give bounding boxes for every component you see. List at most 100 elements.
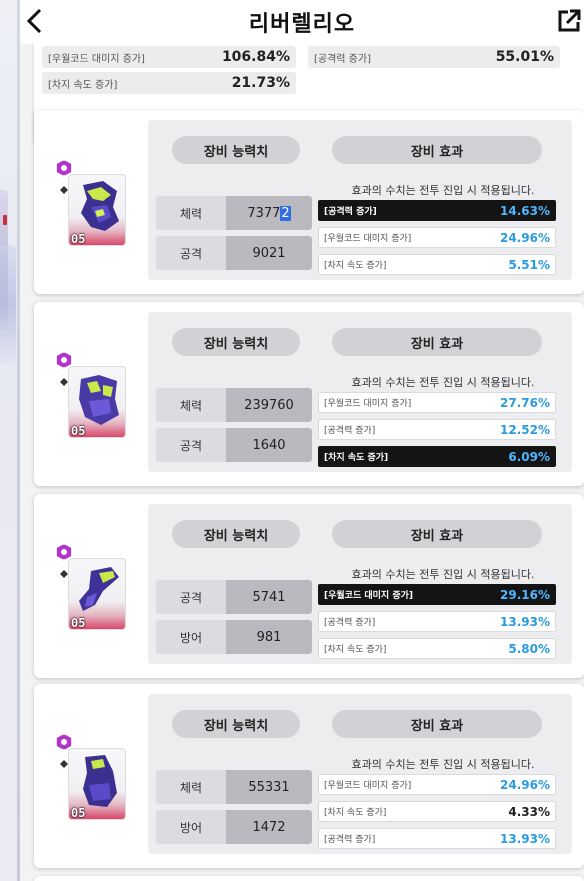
- equipment-image-icon: [79, 567, 119, 611]
- share-external-icon: [558, 9, 581, 32]
- stat-row: 방어 981: [156, 620, 316, 654]
- equipment-image-icon: [81, 181, 119, 231]
- summary-label: [우월코드 대미지 증가]: [48, 53, 145, 65]
- summary-value: 21.73%: [231, 75, 290, 91]
- effect-value: 4.33%: [508, 804, 550, 819]
- stat-row: 공격 1640: [156, 428, 316, 462]
- effect-value: 13.93%: [500, 614, 550, 629]
- effect-value: 5.80%: [508, 641, 550, 656]
- effect-title-pill: 장비 효과: [332, 136, 542, 164]
- stat-row: 체력 55331: [156, 770, 316, 804]
- effect-title-pill: 장비 효과: [332, 520, 542, 548]
- chevron-left-icon: [26, 8, 42, 34]
- stat-name: 방어: [156, 620, 226, 654]
- equipment-detail-panel: 장비 능력치 장비 효과 체력 239760 공격 1640 효과의 수치는 전…: [148, 312, 572, 472]
- stat-row: 공격 9021: [156, 236, 316, 270]
- effect-note: 효과의 수치는 전투 진입 시 적용됩니다.: [351, 758, 535, 771]
- equipment-card[interactable]: 05 장비 능력치 장비 효과 체력 239760 공격 1640 효과의 수치…: [34, 302, 584, 486]
- stat-row: 체력 239760: [156, 388, 316, 422]
- page-title: 리버렐리오: [248, 12, 356, 37]
- effect-title-pill: 장비 효과: [332, 710, 542, 738]
- equipment-icon-group: 05: [52, 732, 130, 822]
- effect-row: [차지 속도 증가] 5.51%: [318, 254, 556, 275]
- stat-row: 체력 7377 2: [156, 196, 316, 230]
- stat-name: 체력: [156, 388, 226, 422]
- effect-label: [차지 속도 증가]: [324, 261, 387, 271]
- effect-row: [차지 속도 증가] 4.33%: [318, 801, 556, 822]
- next-equipment-card[interactable]: [34, 876, 584, 881]
- effect-note: 효과의 수치는 전투 진입 시 적용됩니다.: [351, 376, 535, 389]
- effect-row: [공격력 증가] 13.93%: [318, 828, 556, 849]
- stat-row: 공격 5741: [156, 580, 316, 614]
- equipment-image-icon: [83, 755, 117, 807]
- equipment-image-icon: [79, 375, 119, 425]
- effect-label: [우월코드 대미지 증가]: [324, 781, 412, 791]
- effect-value: 24.96%: [500, 230, 550, 245]
- equipment-thumbnail[interactable]: 05: [68, 748, 126, 820]
- summary-row: [차지 속도 증가] 21.73%: [42, 72, 296, 94]
- equipment-card[interactable]: 05 장비 능력치 장비 효과 체력 55331 방어 1472 효과의 수치는…: [34, 684, 584, 868]
- summary-row: [우월코드 대미지 증가] 106.84%: [42, 46, 296, 68]
- equipment-thumbnail[interactable]: 05: [68, 174, 126, 246]
- back-button[interactable]: [22, 6, 48, 36]
- equipment-card[interactable]: 05 장비 능력치 장비 효과 공격 5741 방어 981 효과의 수치는 전…: [34, 494, 584, 678]
- effect-row: [공격력 증가] 13.93%: [318, 611, 556, 632]
- summary-value: 55.01%: [495, 49, 554, 65]
- top-bar: 리버렐리오: [20, 0, 584, 44]
- scroll-content[interactable]: [우월코드 대미지 증가] 106.84% [공격력 증가] 55.01% [차…: [20, 44, 584, 881]
- equipment-level: 05: [71, 616, 86, 630]
- equipment-thumbnail[interactable]: 05: [68, 558, 126, 630]
- effect-value: 6.09%: [508, 449, 550, 464]
- stat-title-pill: 장비 능력치: [172, 710, 300, 738]
- effect-label: [우월코드 대미지 증가]: [324, 234, 412, 244]
- stat-row: 방어 1472: [156, 810, 316, 844]
- stat-value: 9021: [226, 236, 312, 270]
- effect-value: 13.93%: [500, 831, 550, 846]
- stat-value: 55331: [226, 770, 312, 804]
- background-mark: [3, 215, 7, 225]
- text-selection: 2: [280, 205, 291, 221]
- stat-name: 체력: [156, 196, 226, 230]
- effect-label: [우월코드 대미지 증가]: [324, 591, 414, 601]
- stat-title-pill: 장비 능력치: [172, 328, 300, 356]
- equipment-level: 05: [71, 232, 86, 246]
- stat-value-text: 7377: [247, 205, 281, 221]
- stat-value: 239760: [226, 388, 312, 422]
- effect-value: 29.16%: [500, 587, 550, 602]
- effect-row: [공격력 증가] 14.63%: [318, 200, 556, 221]
- equipment-card[interactable]: 05 장비 능력치 장비 효과 체력 7377 2 공격 9021 효과의 수치는…: [34, 110, 584, 294]
- stat-title-pill: 장비 능력치: [172, 136, 300, 164]
- stat-name: 방어: [156, 810, 226, 844]
- summary-label: [공격력 증가]: [314, 53, 371, 65]
- summary-label: [차지 속도 증가]: [48, 79, 118, 91]
- effect-label: [우월코드 대미지 증가]: [324, 399, 412, 409]
- equipment-level: 05: [71, 424, 86, 438]
- share-button[interactable]: [556, 8, 582, 34]
- stat-value: 1472: [226, 810, 312, 844]
- effect-value: 24.96%: [500, 777, 550, 792]
- effect-value: 27.76%: [500, 395, 550, 410]
- effect-row: [차지 속도 증가] 6.09%: [318, 446, 556, 467]
- summary-value: 106.84%: [221, 49, 290, 65]
- effect-value: 14.63%: [500, 203, 550, 218]
- left-background-strip: [0, 0, 20, 881]
- summary-row: [공격력 증가] 55.01%: [308, 46, 560, 68]
- effect-title-pill: 장비 효과: [332, 328, 542, 356]
- stat-value: 1640: [226, 428, 312, 462]
- effect-value: 5.51%: [508, 257, 550, 272]
- equipment-thumbnail[interactable]: 05: [68, 366, 126, 438]
- effect-row: [우월코드 대미지 증가] 24.96%: [318, 774, 556, 795]
- effect-label: [차지 속도 증가]: [324, 808, 387, 818]
- stat-value: 5741: [226, 580, 312, 614]
- effect-row: [차지 속도 증가] 5.80%: [318, 638, 556, 659]
- effect-row: [우월코드 대미지 증가] 24.96%: [318, 227, 556, 248]
- equipment-icon-group: 05: [52, 350, 130, 440]
- effect-label: [공격력 증가]: [324, 207, 377, 217]
- stat-name: 공격: [156, 236, 226, 270]
- effect-row: [공격력 증가] 12.52%: [318, 419, 556, 440]
- effect-label: [차지 속도 증가]: [324, 453, 389, 463]
- stat-name: 공격: [156, 428, 226, 462]
- effect-row: [우월코드 대미지 증가] 29.16%: [318, 584, 556, 605]
- effect-label: [공격력 증가]: [324, 618, 376, 628]
- background-decoration: [0, 245, 16, 365]
